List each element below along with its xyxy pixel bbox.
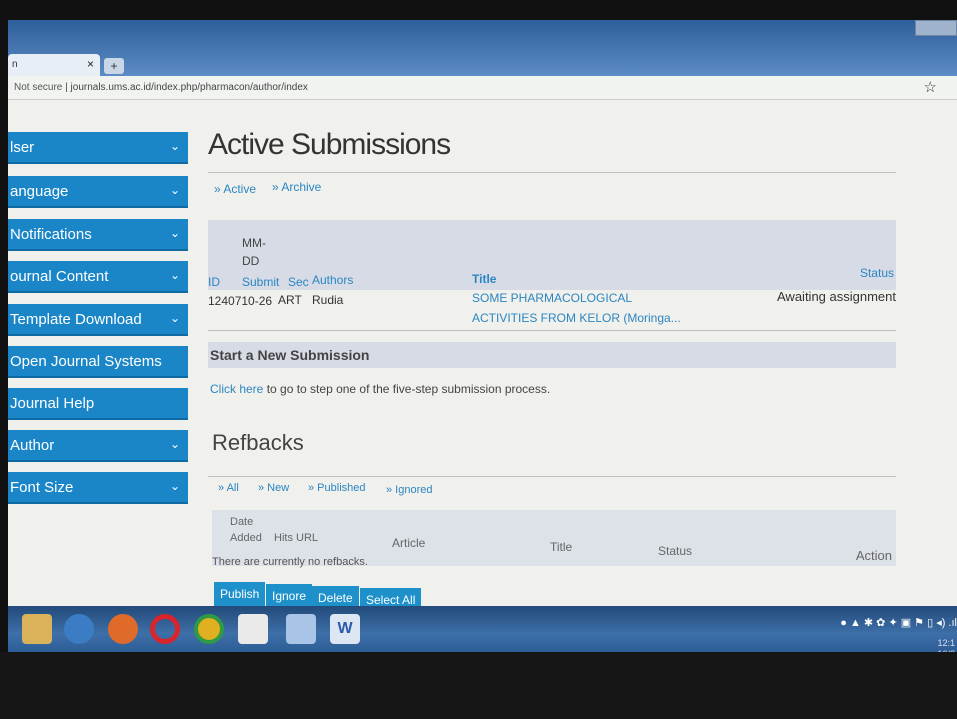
screen: n × + Not secure | journals.ums.ac.id/in…: [0, 0, 957, 719]
col-mmdd-line1: MM-: [242, 236, 266, 250]
sidebar-item-label: anguage: [10, 183, 69, 200]
refbacks-empty-message: There are currently no refbacks.: [212, 556, 368, 568]
address-bar[interactable]: Not secure | journals.ums.ac.id/index.ph…: [8, 76, 957, 100]
new-tab-button[interactable]: +: [104, 58, 124, 74]
browser-tab[interactable]: n ×: [8, 54, 100, 76]
url-display[interactable]: Not secure | journals.ums.ac.id/index.ph…: [14, 82, 308, 93]
click-here-link[interactable]: Click here: [210, 382, 263, 396]
sidebar-item-font-size[interactable]: Font Size ⌄: [8, 472, 188, 504]
sidebar-item-label: Font Size: [10, 479, 74, 496]
sidebar-item-notifications[interactable]: Notifications ⌄: [8, 219, 188, 251]
file-explorer-icon[interactable]: [22, 614, 52, 644]
tab-close-icon[interactable]: ×: [87, 57, 94, 71]
chevron-down-icon: ⌄: [169, 311, 180, 325]
new-submission-bar: Start a New Submission: [208, 342, 896, 368]
system-tray-icons[interactable]: ● ▲ ✱ ✿ ✦ ▣ ⚑ ▯ ◂) .ıl: [840, 616, 957, 629]
filter-ignored-link[interactable]: » Ignored: [386, 484, 432, 496]
sidebar-item-label: ournal Content: [10, 268, 109, 285]
word-icon[interactable]: W: [330, 614, 360, 644]
calculator-icon[interactable]: [238, 614, 268, 644]
sidebar-item-language[interactable]: anguage ⌄: [8, 176, 188, 208]
filter-all-link[interactable]: » All: [218, 482, 239, 494]
sidebar-item-label: Journal Help: [10, 395, 95, 412]
submissions-table-header: MM- DD ID Submit Sec Authors Title Statu…: [208, 220, 896, 290]
col-article: Article: [392, 536, 426, 550]
new-submission-text: Click here to go to step one of the five…: [210, 382, 550, 396]
sidebar-item-label: Notifications: [10, 226, 92, 243]
col-status[interactable]: Status: [860, 266, 894, 280]
taskbar: W ● ▲ ✱ ✿ ✦ ▣ ⚑ ▯ ◂) .ıl 12:1 10/2: [8, 606, 957, 659]
col-mmdd-line2: DD: [242, 254, 260, 268]
chevron-down-icon: ⌄: [169, 479, 180, 493]
chevron-down-icon: ⌄: [169, 268, 180, 282]
page-content: lser ⌄ anguage ⌄ Notifications ⌄ ournal …: [8, 100, 957, 612]
col-action: Action: [855, 548, 892, 563]
sidebar-item-author[interactable]: Author ⌄: [8, 430, 188, 462]
filter-new-link[interactable]: » New: [258, 482, 289, 494]
media-player-icon[interactable]: [64, 614, 94, 644]
col-title-ref: Title: [550, 540, 573, 554]
network-app-icon[interactable]: [286, 614, 316, 644]
firefox-icon[interactable]: [108, 614, 138, 644]
ignore-button[interactable]: Ignore: [266, 584, 313, 608]
col-added: Added: [230, 532, 262, 544]
row-title-link-line2[interactable]: ACTIVITIES FROM KELOR (Moringa...: [472, 311, 681, 325]
row-title-link-line1[interactable]: SOME PHARMACOLOGICAL: [472, 291, 632, 305]
col-hits: Hits: [274, 532, 293, 544]
opera-icon[interactable]: [150, 614, 180, 644]
tab-title: n: [12, 59, 18, 70]
subnav-archive-link[interactable]: » Archive: [272, 180, 321, 194]
refbacks-divider: [208, 476, 896, 477]
window-controls[interactable]: [915, 20, 957, 36]
new-submission-desc: to go to step one of the five-step submi…: [263, 382, 551, 396]
col-submit[interactable]: Submit: [242, 275, 279, 289]
not-secure-label[interactable]: Not secure: [14, 82, 62, 93]
sidebar-item-journal-content[interactable]: ournal Content ⌄: [8, 261, 188, 293]
sidebar-item-open-journal-systems[interactable]: Open Journal Systems: [8, 346, 188, 378]
chevron-down-icon: ⌄: [169, 226, 180, 240]
col-id[interactable]: ID: [208, 275, 220, 289]
sidebar-item-label: lser: [10, 139, 35, 156]
clock-time: 12:1: [937, 638, 955, 648]
sidebar-item-journal-help[interactable]: Journal Help: [8, 388, 188, 420]
subnav-active-link[interactable]: » Active: [214, 182, 256, 196]
chevron-down-icon: ⌄: [169, 437, 180, 451]
col-url: URL: [296, 532, 319, 544]
url-text: journals.ums.ac.id/index.php/pharmacon/a…: [70, 82, 308, 93]
refbacks-title: Refbacks: [212, 430, 304, 455]
browser-tabbar: n × +: [8, 20, 957, 76]
col-title[interactable]: Title: [472, 272, 496, 286]
table-divider: [208, 330, 896, 331]
row-sec: ART: [278, 293, 302, 307]
title-divider: [208, 172, 896, 173]
chrome-icon[interactable]: [194, 614, 224, 644]
sidebar-item-label: Author: [10, 437, 55, 454]
col-date: Date: [230, 516, 254, 528]
row-authors: Rudia: [312, 293, 344, 307]
col-sec[interactable]: Sec: [288, 275, 309, 289]
chevron-down-icon: ⌄: [169, 139, 180, 153]
col-authors[interactable]: Authors: [312, 273, 353, 287]
bookmark-star-icon[interactable]: ☆: [924, 78, 937, 96]
sidebar-item-template-download[interactable]: Template Download ⌄: [8, 304, 188, 336]
row-status: Awaiting assignment: [777, 289, 896, 304]
row-id-date: 1240710-26: [208, 294, 273, 308]
word-icon-letter: W: [337, 620, 353, 637]
publish-button[interactable]: Publish: [214, 582, 266, 606]
filter-published-link[interactable]: » Published: [308, 482, 366, 494]
chevron-down-icon: ⌄: [169, 183, 180, 197]
sidebar-item-label: Template Download: [10, 311, 142, 328]
page-title: Active Submissions: [208, 128, 451, 161]
sidebar-item-label: Open Journal Systems: [10, 353, 162, 370]
monitor-bezel: [0, 652, 957, 719]
col-status-ref: Status: [658, 544, 693, 558]
new-submission-heading: Start a New Submission: [210, 347, 370, 363]
sidebar-item-user[interactable]: lser ⌄: [8, 132, 188, 164]
